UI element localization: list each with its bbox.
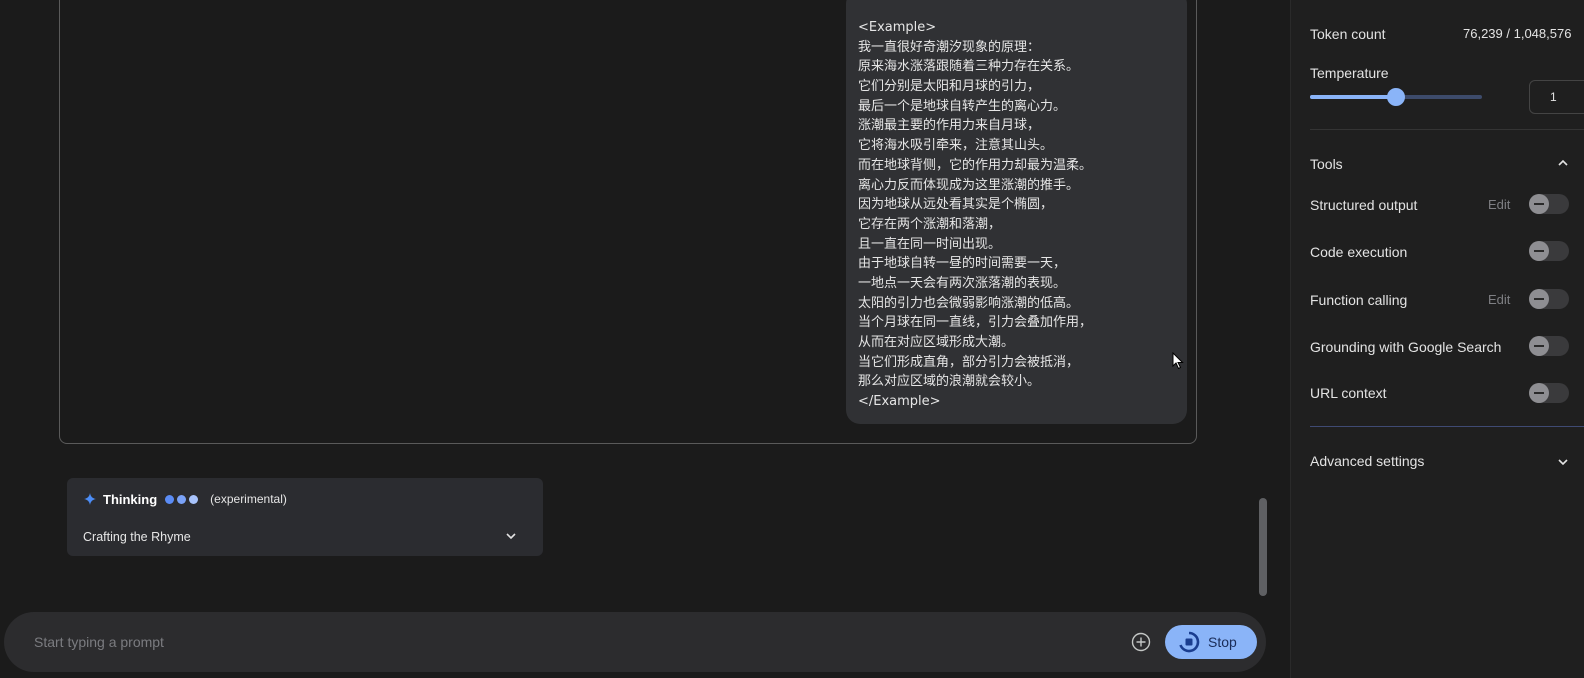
temperature-slider-fill [1310, 95, 1396, 99]
thinking-title: Thinking [103, 491, 158, 507]
message-line: 一地点一天会有两次涨落潮的表现。 [858, 275, 1067, 291]
message-line: 它们分别是太阳和月球的引力， [858, 79, 1041, 95]
tool-url-context-label: URL context [1310, 385, 1387, 401]
chevron-down-icon[interactable] [1557, 457, 1569, 467]
function-calling-toggle[interactable] [1529, 289, 1569, 309]
function-calling-edit-link[interactable]: Edit [1488, 292, 1510, 307]
stop-icon [1179, 631, 1200, 653]
divider [1310, 426, 1584, 427]
code-execution-toggle[interactable] [1529, 241, 1569, 261]
message-line: 当个月球在同一直线，引力会叠加作用， [858, 315, 1093, 331]
temperature-input[interactable]: 1 [1529, 80, 1584, 114]
message-line: 原来海水涨落跟随着三种力存在关系。 [858, 59, 1080, 75]
advanced-settings-label[interactable]: Advanced settings [1310, 453, 1424, 469]
tools-label[interactable]: Tools [1310, 156, 1343, 172]
tool-grounding-label: Grounding with Google Search [1310, 339, 1502, 355]
chat-scrollbar[interactable] [1259, 498, 1267, 596]
divider [1310, 129, 1584, 130]
chat-area: <Example> 我一直很好奇潮汐现象的原理： 原来海水涨落跟随着三种力存在关… [0, 0, 1290, 678]
tool-code-execution-label: Code execution [1310, 244, 1408, 260]
stop-label: Stop [1208, 634, 1237, 650]
message-line: 它将海水吸引牵来，注意其山头。 [858, 138, 1054, 154]
message-line: 且一直在同一时间出现。 [858, 236, 1002, 252]
url-context-toggle[interactable] [1529, 383, 1569, 403]
message-line: 那么对应区域的浪潮就会较小。 [858, 374, 1041, 390]
user-message-bubble: <Example> 我一直很好奇潮汐现象的原理： 原来海水涨落跟随着三种力存在关… [846, 0, 1187, 424]
message-line: <Example> [858, 20, 937, 35]
experimental-tag: (experimental) [210, 492, 287, 506]
message-line: 最后一个是地球自转产生的离心力。 [858, 98, 1067, 114]
chevron-down-icon[interactable] [505, 531, 517, 541]
add-icon[interactable] [1131, 632, 1151, 652]
chevron-up-icon[interactable] [1557, 158, 1569, 168]
message-line: 太阳的引力也会微弱影响涨潮的低高。 [858, 295, 1080, 311]
temperature-label: Temperature [1310, 65, 1389, 81]
prompt-composer: Stop [4, 612, 1266, 672]
structured-output-toggle[interactable] [1529, 194, 1569, 214]
token-count-label: Token count [1310, 26, 1386, 42]
temperature-slider[interactable] [1310, 88, 1482, 106]
message-line: 而在地球背侧，它的作用力却最为温柔。 [858, 157, 1093, 173]
sparkle-icon [84, 493, 96, 505]
thinking-header: Thinking (experimental) [83, 491, 287, 507]
message-line: 当它们形成直角，部分引力会被抵消， [858, 354, 1080, 370]
message-line: </Example> [858, 394, 941, 410]
tool-structured-output-label: Structured output [1310, 197, 1418, 213]
grounding-toggle[interactable] [1529, 336, 1569, 356]
token-count-value: 76,239 / 1,048,576 [1463, 26, 1572, 41]
tool-function-calling-label: Function calling [1310, 292, 1408, 308]
message-line: 从而在对应区域形成大潮。 [858, 335, 1015, 350]
message-line: 我一直很好奇潮汐现象的原理： [858, 39, 1041, 55]
stop-button[interactable]: Stop [1165, 625, 1257, 659]
message-line: 由于地球自转一昼的时间需要一天， [858, 256, 1067, 272]
message-line: 涨潮最主要的作用力来自月球， [858, 118, 1041, 134]
thinking-summary: Crafting the Rhyme [83, 530, 191, 544]
thinking-panel[interactable]: Thinking (experimental) Crafting the Rhy… [67, 478, 543, 556]
prompt-input[interactable] [34, 630, 1114, 654]
structured-output-edit-link[interactable]: Edit [1488, 197, 1510, 212]
run-settings-panel: Token count 76,239 / 1,048,576 Temperatu… [1290, 0, 1584, 678]
message-line: 因为地球从远处看其实是个椭圆， [858, 197, 1054, 213]
mouse-cursor-icon [1172, 352, 1184, 370]
message-line: 它存在两个涨潮和落潮， [858, 216, 1002, 232]
temperature-slider-thumb[interactable] [1387, 88, 1405, 106]
message-line: 离心力反而体现成为这里涨潮的推手。 [858, 177, 1080, 193]
loading-dots-icon [165, 494, 199, 504]
